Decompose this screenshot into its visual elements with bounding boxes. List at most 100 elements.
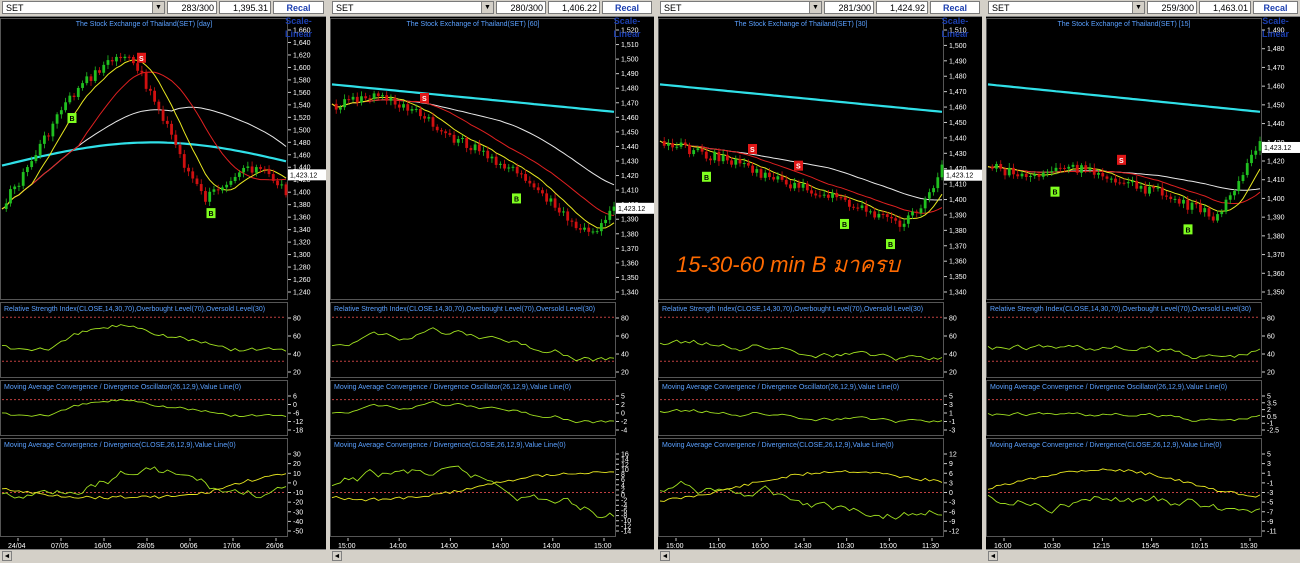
y-tick-label: 1,500	[621, 57, 639, 64]
candle-body	[30, 161, 34, 168]
symbol-select[interactable]: SET ▼	[332, 1, 494, 14]
symbol-select[interactable]: SET ▼	[2, 1, 165, 14]
candle-body	[469, 147, 473, 151]
signal-label: B	[1186, 227, 1191, 234]
candle-body	[780, 176, 784, 180]
candle-body	[410, 109, 414, 111]
macd-tick-label: -11	[1267, 529, 1277, 536]
candle-body	[225, 184, 229, 188]
candle-body	[604, 219, 607, 224]
panel-toolbar: SET ▼ 280/300 1,406.22 Recal Scale-Linear	[330, 0, 654, 39]
rsi-tick-label: 40	[1267, 352, 1275, 359]
scroll-left-icon[interactable]: ◄	[332, 551, 342, 561]
macd-tick-label: 30	[293, 452, 301, 459]
candle-body	[1139, 186, 1143, 189]
candle-body	[216, 189, 220, 191]
y-tick-label: 1,260	[293, 277, 311, 284]
price-label: 1,423.12	[618, 206, 645, 213]
recal-scale-button[interactable]: Recal Scale-Linear	[602, 1, 652, 39]
candle-body	[1237, 181, 1241, 191]
chevron-down-icon[interactable]: ▼	[152, 2, 164, 13]
y-tick-label: 1,390	[949, 212, 967, 219]
candle-body	[1199, 204, 1202, 213]
price-label: 1,423.12	[1264, 145, 1291, 152]
panel-scrollbar[interactable]: ◄	[986, 549, 1300, 563]
osc-tick-label: 6	[293, 394, 297, 401]
panel-scrollbar[interactable]: ◄	[330, 549, 654, 563]
recal-scale-button[interactable]: Recal Scale-Linear	[273, 1, 324, 39]
candle-body	[271, 174, 275, 181]
candle-body	[280, 184, 284, 186]
candle-body	[423, 116, 426, 119]
candle-body	[1012, 167, 1015, 175]
macd-tick-label: -5	[1267, 500, 1273, 507]
candle-body	[562, 211, 565, 213]
y-tick-label: 1,370	[949, 243, 967, 250]
recal-scale-button[interactable]: Recal Scale-Linear	[1253, 1, 1298, 39]
macd-pane-border	[330, 438, 616, 537]
y-tick-label: 1,420	[1267, 159, 1285, 166]
y-tick-label: 1,350	[1267, 290, 1285, 297]
y-tick-label: 1,480	[293, 140, 311, 147]
symbol-select[interactable]: SET ▼	[988, 1, 1145, 14]
candle-body	[1067, 166, 1071, 169]
candle-body	[1114, 178, 1117, 183]
candle-body	[376, 93, 380, 97]
rsi-tick-label: 20	[621, 370, 629, 377]
macd-tick-label: -12	[949, 529, 959, 536]
y-tick-label: 1,280	[293, 265, 311, 272]
candle-body	[229, 181, 233, 185]
scroll-left-icon[interactable]: ◄	[988, 551, 998, 561]
candle-body	[276, 180, 279, 186]
panel-toolbar: SET ▼ 281/300 1,424.92 Recal Scale-Linear	[658, 0, 982, 39]
candle-body	[810, 190, 813, 194]
macd-tick-label: -30	[293, 509, 303, 516]
rsi-line	[987, 344, 1261, 359]
candle-body	[1250, 154, 1253, 164]
scroll-left-icon[interactable]: ◄	[660, 551, 670, 561]
candle-body	[869, 211, 872, 213]
rsi-pane-border	[986, 302, 1262, 378]
panel-chart-svg: 1,5201,5101,5001,4901,4801,4701,4601,450…	[330, 18, 654, 562]
chevron-down-icon[interactable]: ▼	[1132, 2, 1144, 13]
candle-body	[259, 167, 262, 169]
recal-scale-button[interactable]: Recal Scale-Linear	[930, 1, 980, 39]
candle-body	[898, 220, 902, 227]
macd-tick-label: 5	[1267, 452, 1271, 459]
rsi-tick-label: 40	[621, 352, 629, 359]
symbol-select[interactable]: SET ▼	[660, 1, 822, 14]
signal-label: B	[514, 196, 519, 203]
osc-tick-label: 3	[949, 402, 953, 409]
y-tick-label: 1,640	[293, 40, 311, 47]
candle-body	[877, 213, 881, 218]
candle-body	[1186, 199, 1190, 210]
candle-body	[503, 163, 506, 169]
scroll-left-icon[interactable]: ◄	[2, 551, 12, 561]
y-tick-label: 1,340	[621, 290, 639, 297]
rsi-tick-label: 20	[1267, 370, 1275, 377]
candle-body	[709, 158, 712, 161]
y-tick-label: 1,450	[621, 129, 639, 136]
candle-body	[435, 126, 439, 131]
candle-body	[204, 191, 207, 202]
bar-count: 259/300	[1147, 1, 1197, 14]
candle-body	[140, 70, 144, 73]
panel-scrollbar[interactable]: ◄	[658, 549, 982, 563]
candle-body	[267, 168, 271, 175]
y-tick-label: 1,430	[949, 151, 967, 158]
macd-tick-label: 10	[293, 471, 301, 478]
chevron-down-icon[interactable]: ▼	[481, 2, 493, 13]
candle-body	[990, 166, 994, 169]
candle-body	[852, 206, 856, 208]
rsi-pane-border	[330, 302, 616, 378]
candle-body	[1088, 168, 1092, 170]
candle-body	[250, 166, 254, 173]
candle-body	[1182, 199, 1185, 204]
osc-title: Moving Average Convergence / Divergence …	[4, 384, 241, 391]
candle-body	[81, 83, 84, 88]
y-tick-label: 1,380	[1267, 233, 1285, 240]
panel-scrollbar[interactable]: ◄	[0, 549, 326, 563]
macd-tick-label: 12	[949, 452, 957, 459]
chevron-down-icon[interactable]: ▼	[809, 2, 821, 13]
candle-body	[1190, 202, 1194, 210]
